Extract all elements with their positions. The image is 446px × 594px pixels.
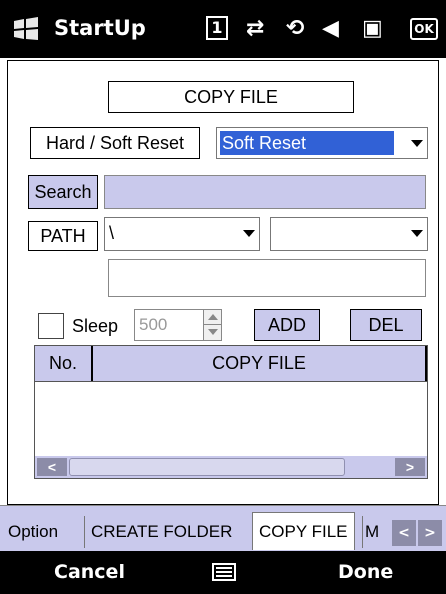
app-title: StartUp <box>54 16 146 40</box>
chevron-up-icon[interactable] <box>203 310 221 325</box>
speaker-icon[interactable]: ◀︎ <box>322 16 339 42</box>
softkey-bar: Cancel Done <box>0 551 446 594</box>
sleep-stepper[interactable]: 500 <box>134 309 222 341</box>
column-header-copy-file[interactable]: COPY FILE <box>93 346 427 381</box>
tab-scroll-right-icon[interactable]: > <box>418 520 442 546</box>
sleep-label: Sleep <box>72 313 119 339</box>
file-input[interactable] <box>108 259 426 297</box>
connectivity-icon[interactable]: ⇄ <box>246 16 264 42</box>
reset-dropdown[interactable]: Soft Reset <box>216 127 428 159</box>
ok-button[interactable]: OK <box>410 18 438 40</box>
tab-create-folder[interactable]: CREATE FOLDER <box>84 516 238 548</box>
tab-option[interactable]: Option <box>2 516 64 548</box>
del-button[interactable]: DEL <box>350 309 422 341</box>
list-header: No. COPY FILE <box>35 346 427 382</box>
scroll-right-icon[interactable]: > <box>395 458 425 476</box>
title-bar: StartUp 1 ⇄ ⟲ ◀︎ ▣ OK <box>0 0 446 58</box>
tab-scroll-left-icon[interactable]: < <box>392 520 416 546</box>
cancel-softkey[interactable]: Cancel <box>54 561 125 583</box>
chevron-down-icon[interactable] <box>243 230 255 237</box>
section-title: COPY FILE <box>108 81 354 113</box>
search-input[interactable] <box>104 175 426 209</box>
main-area: COPY FILE Hard / Soft Reset Soft Reset S… <box>0 58 446 505</box>
add-button[interactable]: ADD <box>254 309 320 341</box>
path-dropdown[interactable]: \ <box>104 217 260 251</box>
tab-copy-file[interactable]: COPY FILE <box>252 512 355 550</box>
file-list[interactable]: No. COPY FILE < > <box>34 345 428 479</box>
tab-next-truncated[interactable]: M <box>362 516 390 548</box>
reset-label: Hard / Soft Reset <box>30 127 200 159</box>
chevron-down-icon[interactable] <box>203 325 221 340</box>
path-label: PATH <box>28 221 98 251</box>
sync-icon[interactable]: ⟲ <box>286 16 304 42</box>
path-dropdown-secondary[interactable] <box>270 217 428 251</box>
done-softkey[interactable]: Done <box>338 561 393 583</box>
sleep-value: 500 <box>139 315 168 334</box>
path-dropdown-value: \ <box>109 223 115 243</box>
chevron-down-icon[interactable] <box>411 230 423 237</box>
horizontal-scrollbar[interactable]: < > <box>35 456 427 478</box>
scroll-left-icon[interactable]: < <box>37 458 67 476</box>
sim-card-icon[interactable]: 1 <box>206 16 228 40</box>
sleep-checkbox[interactable] <box>38 313 64 339</box>
search-button[interactable]: Search <box>28 175 98 209</box>
keyboard-icon[interactable] <box>212 563 236 581</box>
scrollbar-thumb[interactable] <box>69 458 345 476</box>
windows-logo-icon[interactable] <box>12 17 40 41</box>
form-panel: COPY FILE Hard / Soft Reset Soft Reset S… <box>7 60 439 505</box>
battery-icon[interactable]: ▣ <box>362 16 383 42</box>
tab-strip: Option CREATE FOLDER COPY FILE M < > <box>0 505 446 551</box>
reset-dropdown-value: Soft Reset <box>220 131 394 155</box>
column-header-no[interactable]: No. <box>35 346 93 381</box>
chevron-down-icon[interactable] <box>411 140 423 147</box>
